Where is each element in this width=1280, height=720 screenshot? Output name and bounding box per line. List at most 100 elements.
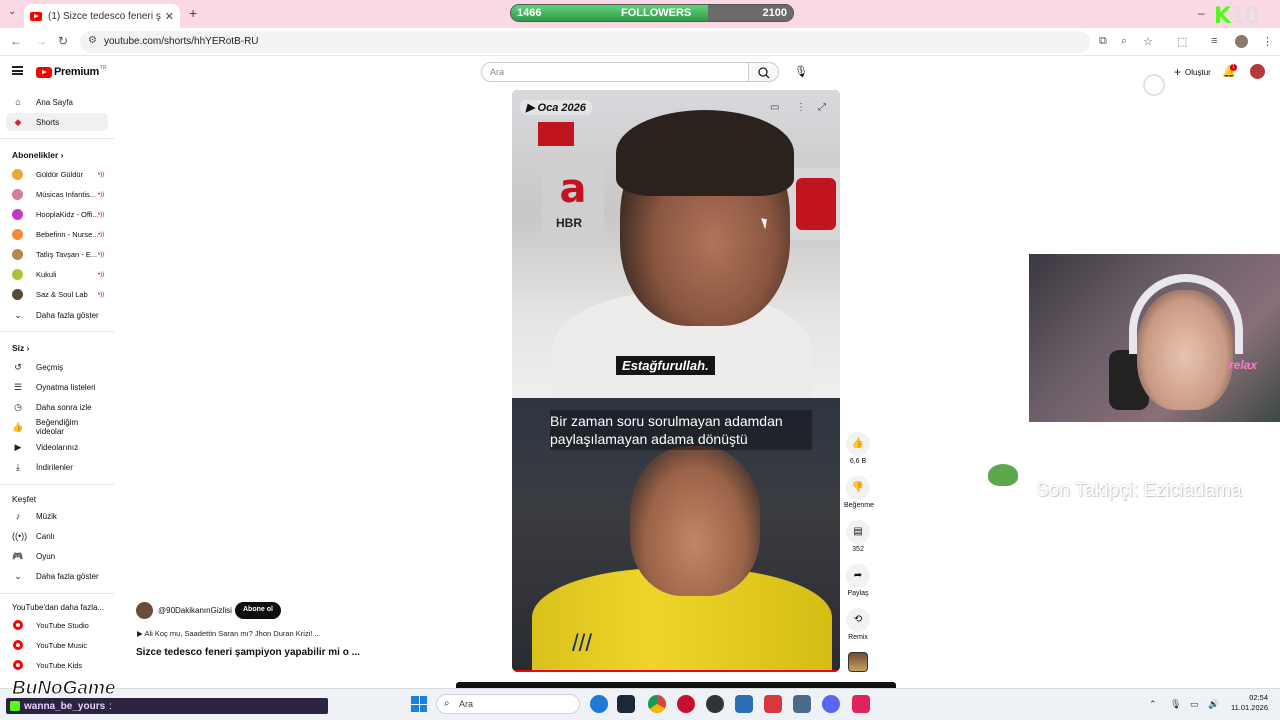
channel-avatar[interactable]: [136, 602, 153, 619]
logo-country: TR: [99, 65, 107, 71]
subscriptions-heading[interactable]: Abonelikler ›: [12, 150, 64, 160]
sidebar-item-live[interactable]: ((•)) Canlı: [6, 527, 108, 545]
minimize-icon[interactable]: –: [1198, 6, 1205, 20]
taskbar-search[interactable]: ⌕ Ara: [436, 694, 580, 714]
share-button[interactable]: ➦ Paylaş: [844, 564, 872, 597]
account-avatar[interactable]: [1250, 64, 1265, 79]
sidebar-item-shorts[interactable]: ◆ Shorts: [6, 113, 108, 131]
fullscreen-icon[interactable]: ⤢: [818, 102, 826, 113]
app-pink-icon[interactable]: [852, 695, 870, 713]
last-follower-text: Son Takipçi: Eziciadama: [1036, 480, 1242, 501]
search-button[interactable]: [749, 62, 779, 82]
video-subtitle: Estağfurullah.: [616, 356, 715, 375]
sidebar-item-downloads[interactable]: ⤓ İndirilenler: [6, 458, 108, 476]
subscription-item[interactable]: HooplaKidz - Offi... •)): [6, 205, 106, 223]
channel-avatar: [12, 268, 23, 280]
shorts-video-player[interactable]: a HBR Estağfurullah. /// Bir zaman soru …: [512, 90, 840, 672]
sidebar-item-gaming[interactable]: 🎮 Oyun: [6, 547, 108, 565]
more-options-icon[interactable]: ⋮: [796, 102, 806, 113]
hamburger-menu-icon[interactable]: [12, 66, 23, 75]
followers-goal: 2100: [762, 7, 787, 19]
edge-icon[interactable]: [590, 695, 608, 713]
browser-tab[interactable]: (1) Sizce tedesco feneri şampiyon ✕: [24, 4, 180, 28]
comments-button[interactable]: ▤ 352: [844, 520, 872, 553]
youtube-logo[interactable]: Premium TR: [36, 65, 107, 78]
sidebar-item-playlists[interactable]: ☰ Oynatma listeleri: [6, 378, 108, 396]
channel-avatar: [12, 288, 23, 300]
new-tab-button[interactable]: +: [189, 5, 197, 21]
close-tab-icon[interactable]: ✕: [165, 10, 174, 23]
video-title[interactable]: Sizce tedesco feneri şampiyon yapabilir …: [136, 647, 360, 658]
app-red-icon[interactable]: [764, 695, 782, 713]
subscription-item[interactable]: Güldür Güldür •)): [6, 165, 106, 183]
divider: [0, 484, 114, 485]
sidebar-item-history[interactable]: ↺ Geçmiş: [6, 358, 108, 376]
network-icon[interactable]: ▭: [1190, 699, 1199, 710]
forward-icon[interactable]: →: [35, 34, 47, 48]
subscription-item[interactable]: Saz & Soul Lab •)): [6, 285, 106, 303]
mic-tray-icon[interactable]: 🎙: [1170, 699, 1181, 710]
app-icon[interactable]: [735, 695, 753, 713]
dislike-button[interactable]: 👎 Beğenme: [844, 476, 874, 509]
music-line[interactable]: ▶ Ali Koç mu, Saadettin Saran mı? Jhon D…: [137, 629, 321, 638]
subscription-label: Saz & Soul Lab: [36, 289, 88, 299]
subscription-item[interactable]: Kukuli •)): [6, 265, 106, 283]
discord-icon[interactable]: [822, 695, 840, 713]
tray-chevron-icon[interactable]: ⌃: [1149, 699, 1157, 710]
remix-button[interactable]: ⟲ Remix: [844, 608, 872, 641]
video-progress-bar[interactable]: [512, 670, 840, 672]
sidebar-item-kids[interactable]: YouTube Kids: [6, 656, 106, 674]
zoom-icon[interactable]: ⌕: [1121, 35, 1127, 48]
tab-list-icon[interactable]: ≡: [1211, 35, 1217, 47]
extensions-icon[interactable]: ⬚: [1177, 35, 1187, 48]
sidebar-item-home[interactable]: ⌂ Ana Sayfa: [6, 93, 108, 111]
opera-icon[interactable]: [677, 695, 695, 713]
steam-icon[interactable]: [617, 695, 635, 713]
settings-icon[interactable]: [793, 695, 811, 713]
subscription-item[interactable]: Bebefinn - Nurse... •)): [6, 225, 106, 243]
site-info-icon[interactable]: ⚙: [88, 35, 97, 46]
play-icon[interactable]: ▶: [526, 102, 534, 114]
sidebar-item-label: YouTube Studio: [36, 620, 89, 630]
back-icon[interactable]: ←: [10, 34, 22, 48]
thumbs-down-icon: 👎: [846, 476, 870, 500]
show-more-subs[interactable]: ⌄ Daha fazla göster: [6, 306, 108, 324]
backdrop-logo: [538, 122, 574, 146]
create-button[interactable]: + Oluştur: [1166, 63, 1219, 81]
live-indicator-icon: •)): [98, 252, 105, 258]
captions-icon[interactable]: ▭: [770, 102, 779, 113]
divider: [0, 593, 114, 594]
like-button[interactable]: 👍 6,6 B: [844, 432, 872, 465]
chrome-icon[interactable]: [648, 695, 666, 713]
subscribe-button[interactable]: Abone ol: [235, 602, 281, 619]
profile-avatar[interactable]: [1235, 35, 1248, 48]
sidebar-item-liked[interactable]: 👍 Beğendiğim videolar: [6, 418, 108, 436]
sidebar-item-studio[interactable]: YouTube Studio: [6, 616, 106, 634]
windows-start-icon[interactable]: [411, 696, 427, 712]
you-heading[interactable]: Siz ›: [12, 343, 30, 353]
subscription-label: Kukuli: [36, 269, 57, 279]
volume-icon[interactable]: 🔊: [1208, 699, 1219, 710]
notification-count: 1: [1230, 64, 1237, 71]
followers-label: FOLLOWERS: [621, 7, 692, 19]
search-input[interactable]: Ara: [481, 62, 749, 82]
install-icon[interactable]: ⧉: [1099, 35, 1107, 48]
browser-menu-icon[interactable]: ⋮: [1262, 35, 1273, 48]
taskbar-clock[interactable]: 02:54 11.01.2026: [1226, 693, 1268, 713]
show-more-explore[interactable]: ⌄ Daha fazla göster: [6, 567, 108, 585]
sidebar-item-label: YouTube Music: [36, 640, 88, 650]
url-field[interactable]: ⚙ youtube.com/shorts/hhYERotB-RU: [80, 31, 1090, 53]
channel-name[interactable]: @90DakikanınGizlisi: [158, 606, 232, 615]
subscription-item[interactable]: Tatlış Tavşan - E... •)): [6, 245, 106, 263]
sidebar-item-music[interactable]: ♪ Müzik: [6, 507, 108, 525]
tab-search-icon[interactable]: ⌄: [8, 6, 16, 17]
subscription-item[interactable]: Músicas Infantis... •)): [6, 185, 106, 203]
obs-icon[interactable]: [706, 695, 724, 713]
voice-search-icon[interactable]: 🎙: [794, 65, 808, 78]
sidebar-item-your-videos[interactable]: ▶ Videolarınız: [6, 438, 108, 456]
sound-thumbnail[interactable]: [848, 652, 868, 672]
reload-icon[interactable]: ↻: [58, 34, 68, 48]
sidebar-item-music-app[interactable]: YouTube Music: [6, 636, 106, 654]
sidebar-item-watch-later[interactable]: ◷ Daha sonra izle: [6, 398, 108, 416]
bookmark-icon[interactable]: ☆: [1143, 35, 1153, 48]
